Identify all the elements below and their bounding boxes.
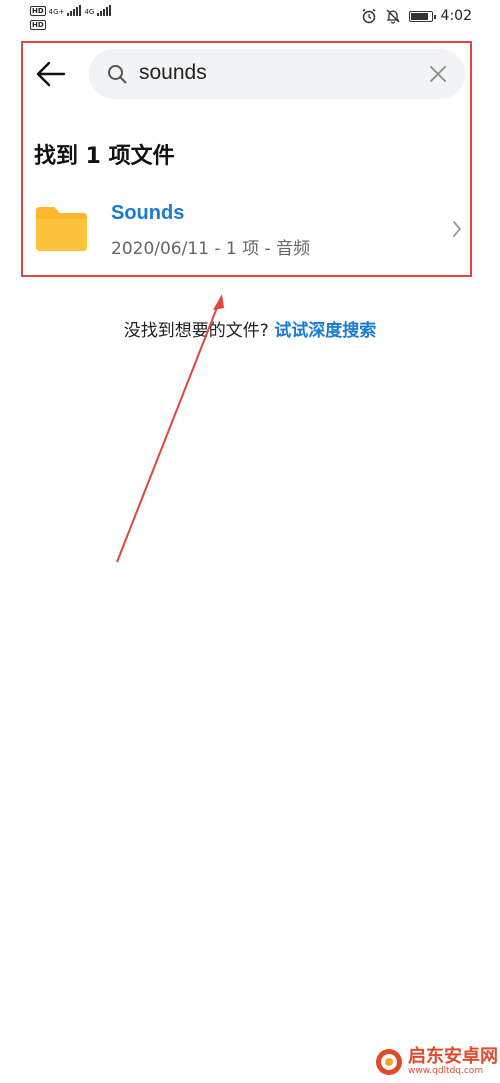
annotation-arrow [116, 294, 224, 563]
watermark-url: www.qdltdq.com [408, 1066, 484, 1076]
watermark-brand: 启东安卓网 [408, 1046, 498, 1067]
watermark-logo: 启东安卓网 www.qdltdq.com [374, 1046, 498, 1078]
watermark-logo-icon [376, 1049, 402, 1075]
file-search-screen: HD 4G+ 4G HD 4:02 sounds 找到 1 项文件 Sounds… [0, 0, 500, 1083]
